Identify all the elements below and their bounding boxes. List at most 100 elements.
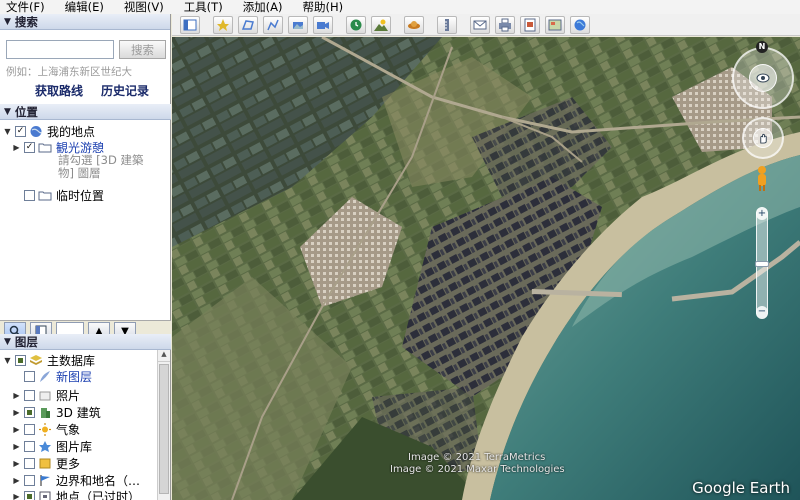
layer-label: 边界和地名（… <box>56 473 141 488</box>
layer-label: 3D 建筑 <box>56 405 101 420</box>
sidebar-toggle-button[interactable] <box>180 15 200 34</box>
add-path-button[interactable] <box>263 15 283 34</box>
add-placemark-button[interactable] <box>213 15 233 34</box>
tree-item-my-places[interactable]: ▼ ✓ 我的地点 <box>3 124 96 139</box>
ruler-icon <box>445 18 449 31</box>
menu-add[interactable]: 添加(A) <box>243 0 283 15</box>
earth-gallery-icon <box>574 19 586 30</box>
layer-3d-buildings[interactable]: ▶ 3D 建筑 <box>12 405 101 420</box>
move-control[interactable] <box>742 117 784 159</box>
ruler-button[interactable] <box>437 15 457 34</box>
expand-arrow-icon[interactable]: ▶ <box>12 442 21 451</box>
places-panel-header[interactable]: ▼ 位置 <box>0 104 171 120</box>
tree-item-tourism[interactable]: ▶ ✓ 観光游憩 <box>12 140 104 155</box>
checkbox-tourism[interactable]: ✓ <box>24 141 35 153</box>
layer-borders-labels[interactable]: ▶ 边界和地名（… <box>12 473 141 488</box>
layers-panel-header[interactable]: ▼ 图层 <box>0 334 171 350</box>
add-path-icon <box>267 19 279 30</box>
get-directions-link[interactable]: 获取路线 <box>35 82 83 99</box>
street-view-pegman[interactable] <box>755 165 769 194</box>
menu-view[interactable]: 视图(V) <box>124 0 164 15</box>
checkbox-3d-buildings[interactable] <box>24 406 35 418</box>
zoom-slider[interactable]: + − <box>755 207 769 319</box>
flag-icon <box>38 474 52 487</box>
database-layers-icon <box>29 354 43 367</box>
view-in-maps-button[interactable] <box>545 15 565 34</box>
expand-arrow-icon[interactable]: ▶ <box>12 459 21 468</box>
layer-weather[interactable]: ▶ 气象 <box>12 422 80 437</box>
save-image-icon <box>524 18 536 31</box>
zoom-out-button[interactable]: − <box>756 306 768 318</box>
collapse-arrow-icon[interactable]: ▼ <box>3 127 12 136</box>
search-panel-header[interactable]: ▼ 搜索 <box>0 14 170 30</box>
historical-imagery-button[interactable] <box>346 15 366 34</box>
add-polygon-button[interactable] <box>238 15 258 34</box>
layer-label: 照片 <box>56 388 81 403</box>
save-image-button[interactable] <box>520 15 540 34</box>
layer-places-deprecated[interactable]: ▶ 地点（已过时） <box>12 489 140 500</box>
folder-icon <box>38 141 52 154</box>
scrollbar-thumb[interactable] <box>159 364 169 494</box>
switch-to-sky-button[interactable] <box>404 15 424 34</box>
imagery-credit-maxar: Image © 2021 Maxar Technologies <box>390 464 565 475</box>
expand-arrow-icon[interactable]: ▶ <box>12 492 21 500</box>
search-example-text: 例如：上海浦东新区世纪大 <box>6 66 132 78</box>
layer-label: 主数据库 <box>47 353 96 368</box>
checkbox-gallery[interactable] <box>24 440 35 452</box>
email-button[interactable] <box>470 15 490 34</box>
expand-arrow-icon[interactable]: ▶ <box>12 143 21 152</box>
north-indicator[interactable]: N <box>756 41 768 53</box>
menu-edit[interactable]: 编辑(E) <box>65 0 104 15</box>
sunlight-button[interactable] <box>371 15 391 34</box>
zoom-in-button[interactable]: + <box>756 208 768 220</box>
earth-map-view[interactable]: Image © 2021 TerraMetrics Image © 2021 M… <box>172 37 800 500</box>
scroll-up-arrow-icon[interactable]: ▲ <box>158 350 170 362</box>
checkbox-more[interactable] <box>24 457 35 469</box>
checkbox-places-deprecated[interactable] <box>24 490 35 500</box>
layer-new-layer[interactable]: 新图层 <box>12 369 92 384</box>
tree-item-label: 我的地点 <box>47 124 96 139</box>
add-image-overlay-icon <box>293 21 303 29</box>
expand-arrow-icon[interactable]: ▶ <box>12 425 21 434</box>
checkbox-new-layer[interactable] <box>24 370 35 382</box>
expand-arrow-icon[interactable]: ▶ <box>12 408 21 417</box>
compass-look-control[interactable]: N <box>732 41 794 109</box>
menu-help[interactable]: 帮助(H) <box>303 0 344 15</box>
tree-item-temporary-places[interactable]: 临时位置 <box>12 188 104 203</box>
earth-gallery-button[interactable] <box>570 15 590 34</box>
layer-photos[interactable]: ▶ 照片 <box>12 388 81 403</box>
collapse-arrow-icon[interactable]: ▼ <box>3 356 12 365</box>
search-input[interactable] <box>6 40 114 59</box>
record-tour-button[interactable] <box>313 15 333 34</box>
eye-icon[interactable] <box>749 64 777 92</box>
checkbox-primary-database[interactable] <box>15 354 26 366</box>
menu-bar: 文件(F) 编辑(E) 视图(V) 工具(T) 添加(A) 帮助(H) <box>0 0 800 14</box>
checkbox-temporary-places[interactable] <box>24 189 35 201</box>
hand-icon[interactable] <box>753 128 773 148</box>
checkbox-weather[interactable] <box>24 423 35 435</box>
expand-arrow-icon[interactable]: ▶ <box>12 391 21 400</box>
add-placemark-icon <box>217 18 229 31</box>
history-link[interactable]: 历史记录 <box>101 82 149 99</box>
layer-primary-database[interactable]: ▼ 主数据库 <box>3 353 96 368</box>
search-button[interactable]: 搜索 <box>119 40 166 59</box>
checkbox-photos[interactable] <box>24 389 35 401</box>
places-square-icon <box>38 490 52 500</box>
print-icon <box>499 18 511 31</box>
historical-imagery-icon <box>350 19 362 30</box>
print-button[interactable] <box>495 15 515 34</box>
layer-gallery[interactable]: ▶ 图片库 <box>12 439 92 454</box>
menu-tools[interactable]: 工具(T) <box>184 0 223 15</box>
layers-scrollbar[interactable]: ▲ <box>157 350 170 500</box>
checkbox-my-places[interactable]: ✓ <box>15 125 26 137</box>
layer-more[interactable]: ▶ 更多 <box>12 456 80 471</box>
collapse-triangle-icon: ▼ <box>4 106 11 117</box>
collapse-triangle-icon: ▼ <box>4 16 11 27</box>
places-panel-title: 位置 <box>14 104 38 119</box>
checkbox-borders-labels[interactable] <box>24 474 35 486</box>
layer-label: 地点（已过时） <box>56 489 141 500</box>
add-image-overlay-button[interactable] <box>288 15 308 34</box>
expand-arrow-icon[interactable]: ▶ <box>12 476 21 485</box>
more-layers-icon <box>38 457 52 470</box>
zoom-slider-handle[interactable] <box>755 261 769 267</box>
